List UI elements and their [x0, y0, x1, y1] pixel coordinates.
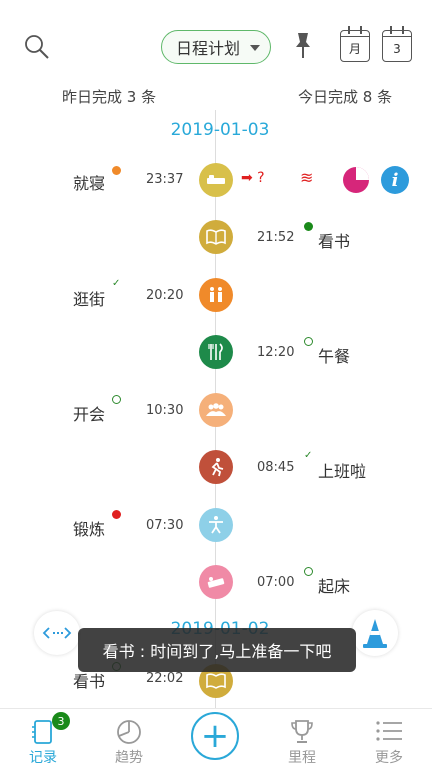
month-calendar-label: 月: [348, 42, 361, 56]
nav-records-label: 记录: [29, 750, 57, 766]
item-name[interactable]: 就寝: [73, 170, 105, 194]
item-name[interactable]: 逛街: [73, 286, 105, 310]
yesterday-summary: 昨日完成 3 条: [62, 88, 157, 106]
item-time: 20:20: [146, 288, 184, 303]
item-name[interactable]: 开会: [73, 401, 105, 425]
calendar-icon: 3: [382, 26, 412, 62]
top-bar: 日程计划 月 3: [0, 0, 432, 76]
chevron-down-icon: [250, 45, 260, 51]
meeting-icon[interactable]: [199, 393, 233, 427]
item-time: 22:02: [146, 671, 184, 686]
running-icon[interactable]: [199, 450, 233, 484]
item-name[interactable]: 锻炼: [73, 516, 105, 540]
nav-more-label: 更多: [375, 750, 403, 766]
pie-chart-icon[interactable]: [342, 166, 370, 194]
traffic-cone-button[interactable]: [352, 610, 398, 656]
item-time: 07:00: [257, 575, 295, 590]
toast-message: 看书 : 时间到了,马上准备一下吧: [78, 628, 356, 672]
check-icon: ✓: [112, 278, 121, 289]
sleep-note: ➡ ?: [241, 170, 265, 186]
item-time: 21:52: [257, 230, 295, 245]
records-badge: 3: [52, 712, 70, 730]
item-name[interactable]: 上班啦: [318, 458, 366, 482]
nav-trends[interactable]: 趋势: [94, 709, 164, 768]
item-time: 08:45: [257, 460, 295, 475]
add-button[interactable]: +: [191, 712, 239, 760]
fork-knife-icon[interactable]: [199, 335, 233, 369]
date-header: 2019-01-03: [170, 120, 270, 140]
item-time: 23:37: [146, 172, 184, 187]
book-icon[interactable]: [199, 220, 233, 254]
status-ring: [304, 337, 313, 346]
item-time: 10:30: [146, 403, 184, 418]
nav-trends-label: 趋势: [115, 750, 143, 766]
list-icon: [375, 719, 403, 747]
item-time: 07:30: [146, 518, 184, 533]
pie-chart-icon: [116, 719, 142, 749]
person-icon[interactable]: [199, 508, 233, 542]
nav-records[interactable]: 3 记录: [8, 709, 78, 768]
item-name[interactable]: 起床: [318, 573, 350, 597]
expand-collapse-button[interactable]: [34, 611, 80, 655]
plan-selector-dropdown[interactable]: 日程计划: [161, 30, 271, 64]
item-name[interactable]: 午餐: [318, 343, 350, 367]
nav-milestones[interactable]: 里程: [267, 709, 337, 768]
trophy-icon: [289, 719, 315, 749]
plan-selector-label: 日程计划: [176, 39, 241, 58]
item-time: 12:20: [257, 345, 295, 360]
today-summary: 今日完成 8 条: [298, 88, 393, 106]
bottom-nav: 3 记录 趋势 + 里程 更多: [0, 708, 432, 768]
bed-icon[interactable]: [199, 565, 233, 599]
search-icon[interactable]: [22, 32, 52, 62]
day-calendar-label: 3: [393, 41, 401, 56]
nav-more[interactable]: 更多: [354, 709, 424, 768]
check-icon: ✓: [304, 450, 313, 461]
status-dot: [304, 222, 313, 231]
status-ring: [112, 395, 121, 404]
item-name[interactable]: 看书: [318, 228, 350, 252]
traffic-cone-icon: [363, 619, 387, 648]
nav-milestones-label: 里程: [288, 750, 316, 766]
shopping-icon[interactable]: [199, 278, 233, 312]
info-icon[interactable]: i: [381, 166, 409, 194]
calendar-icon: 月: [340, 26, 370, 62]
status-ring: [304, 567, 313, 576]
status-dot: [112, 166, 121, 175]
notebook-icon: [32, 719, 54, 749]
status-dot: [112, 510, 121, 519]
day-calendar-button[interactable]: 3: [382, 26, 412, 62]
month-calendar-button[interactable]: 月: [340, 26, 370, 62]
pin-icon[interactable]: [290, 30, 316, 60]
sleep-icon[interactable]: [199, 163, 233, 197]
wave-icon: ≋: [300, 168, 314, 187]
